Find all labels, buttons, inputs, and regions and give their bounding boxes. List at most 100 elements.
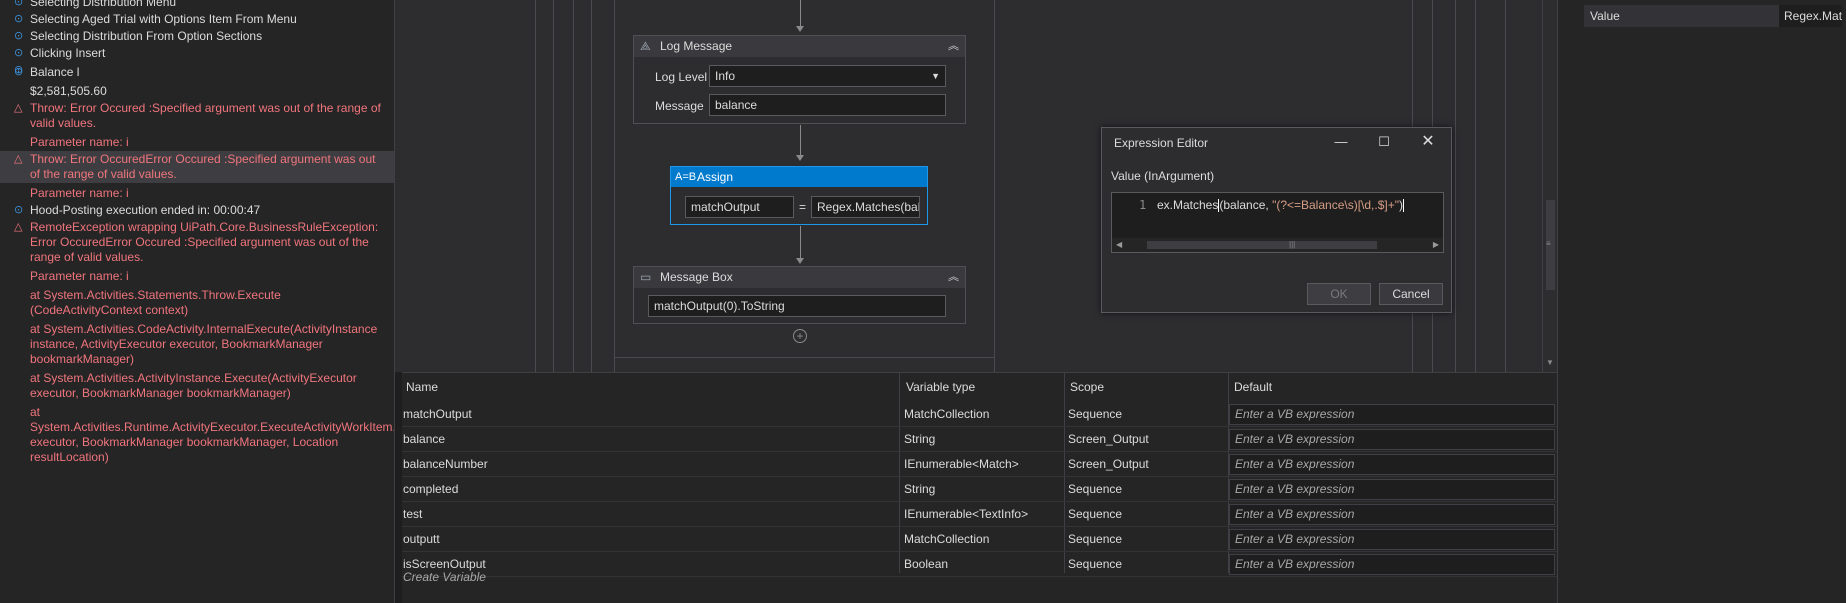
table-row[interactable]: isScreenOutput Boolean Sequence Enter a VB … — [402, 552, 1557, 577]
property-value-input[interactable]: Regex.Matches — [1779, 5, 1842, 27]
variables-panel: Name Variable type Scope Default matchOu… — [402, 372, 1557, 603]
variable-name[interactable]: balanceNumber — [403, 452, 488, 477]
log-entry[interactable]: Parameter name: i — [0, 266, 394, 285]
variable-type[interactable]: Boolean — [904, 552, 948, 577]
maximize-icon[interactable]: ☐ — [1372, 132, 1396, 152]
log-entry[interactable]: ⊙ Selecting Distribution Menu — [0, 0, 394, 11]
variable-default-input[interactable]: Enter a VB expression — [1229, 554, 1555, 575]
log-entry-text: Parameter name: i — [30, 269, 129, 283]
variable-name[interactable]: matchOutput — [403, 402, 472, 427]
variable-default-input[interactable]: Enter a VB expression — [1229, 504, 1555, 525]
assign-icon: A=B — [675, 171, 697, 183]
column-header-type[interactable]: Variable type — [906, 377, 975, 397]
collapse-icon[interactable]: ︽ — [948, 267, 959, 288]
log-message-header[interactable]: ⟁ Log Message ︽ — [634, 36, 965, 57]
log-entry[interactable]: at System.Activities.CodeActivity.Intern… — [0, 319, 394, 368]
collapse-icon[interactable]: ︽ — [948, 36, 959, 57]
variable-scope[interactable]: Sequence — [1068, 527, 1122, 552]
sequence-border — [994, 0, 995, 372]
designer-vertical-scrollbar[interactable]: ≡ ▼ — [1542, 0, 1557, 372]
variable-name[interactable]: test — [403, 502, 422, 527]
column-header-scope[interactable]: Scope — [1070, 377, 1104, 397]
scroll-left-icon[interactable]: ◀ — [1116, 238, 1122, 252]
minimize-icon[interactable]: — — [1329, 132, 1353, 152]
cancel-button[interactable]: Cancel — [1379, 283, 1443, 305]
log-entry[interactable]: △ Throw: Error Occured :Specified argumen… — [0, 100, 394, 132]
variable-default-input[interactable]: Enter a VB expression — [1229, 529, 1555, 550]
scroll-down-icon[interactable]: ▼ — [1546, 358, 1554, 367]
create-variable-link[interactable]: Create Variable — [403, 570, 486, 584]
properties-panel: Value Regex.Matches — [1557, 0, 1846, 603]
log-entry[interactable]: ⊙ Clicking Insert — [0, 45, 394, 62]
argument-label: Value (InArgument) — [1111, 169, 1215, 183]
message-box-activity[interactable]: ▭ Message Box ︽ matchOutput(0).ToString — [633, 266, 966, 324]
expression-code-editor[interactable]: 1 ex.Matches(balance, "(?<=Balance\s)[\d… — [1111, 192, 1444, 253]
variable-scope[interactable]: Screen_Output — [1068, 427, 1149, 452]
table-row[interactable]: balanceNumber IEnumerable<Match> Screen_Ou… — [402, 452, 1557, 477]
log-level-value: Info — [715, 69, 736, 83]
log-entry[interactable]: Parameter name: i — [0, 132, 394, 151]
assign-header[interactable]: A=B Assign — [671, 167, 927, 187]
assign-to-input[interactable]: matchOutput — [685, 196, 794, 218]
log-entry[interactable]: △ Throw: Error OccuredError Occured :Spec… — [0, 151, 394, 183]
variable-scope[interactable]: Sequence — [1068, 477, 1122, 502]
table-row[interactable]: test IEnumerable<TextInfo> Sequence Enter a… — [402, 502, 1557, 527]
message-box-text-input[interactable]: matchOutput(0).ToString — [648, 295, 946, 317]
variable-type[interactable]: MatchCollection — [904, 527, 989, 552]
log-entry-text: $2,581,505.60 — [30, 84, 107, 98]
column-header-default[interactable]: Default — [1234, 377, 1272, 397]
scroll-right-icon[interactable]: ▶ — [1433, 238, 1439, 252]
assign-activity[interactable]: A=B Assign matchOutput = Regex.Matches(b… — [670, 166, 928, 225]
message-box-icon: ▭ — [640, 270, 652, 284]
variable-default-input[interactable]: Enter a VB expression — [1229, 404, 1555, 425]
log-entry[interactable]: Parameter name: i — [0, 183, 394, 202]
log-entry[interactable]: ⊙ Hood-Posting execution ended in: 00:00:… — [0, 202, 394, 219]
close-icon[interactable]: ✕ — [1416, 132, 1440, 152]
variable-type[interactable]: IEnumerable<TextInfo> — [904, 502, 1028, 527]
variable-default-input[interactable]: Enter a VB expression — [1229, 454, 1555, 475]
scrollbar-thumb[interactable] — [1147, 241, 1377, 249]
variable-name[interactable]: balance — [403, 427, 445, 452]
table-row[interactable]: completed String Sequence Enter a VB expres… — [402, 477, 1557, 502]
variable-type[interactable]: MatchCollection — [904, 402, 989, 427]
sequence-border — [573, 0, 574, 372]
variable-name[interactable]: completed — [403, 477, 458, 502]
log-message-activity[interactable]: ⟁ Log Message ︽ Log Level Info ▼ Message… — [633, 35, 966, 124]
message-input[interactable]: balance — [709, 94, 946, 116]
variable-type[interactable]: String — [904, 427, 935, 452]
table-row[interactable]: balance String Screen_Output Enter a VB exp… — [402, 427, 1557, 452]
message-box-header[interactable]: ▭ Message Box ︽ — [634, 267, 965, 288]
assign-value-input[interactable]: Regex.Matches(bal — [811, 196, 920, 218]
log-message-icon: ⟁ — [640, 39, 651, 53]
variable-scope[interactable]: Sequence — [1068, 502, 1122, 527]
column-header-name[interactable]: Name — [406, 377, 438, 397]
variable-default-input[interactable]: Enter a VB expression — [1229, 479, 1555, 500]
log-entry[interactable]: at System.Activities.Statements.Throw.Ex… — [0, 285, 394, 319]
log-level-dropdown[interactable]: Info ▼ — [709, 65, 946, 87]
table-row[interactable]: outputt MatchCollection Sequence Enter a VB… — [402, 527, 1557, 552]
ok-button[interactable]: OK — [1307, 283, 1371, 305]
log-entry[interactable]: ⊙ Selecting Distribution From Option Sect… — [0, 28, 394, 45]
log-entry[interactable]: $2,581,505.60 — [0, 81, 394, 100]
log-entry[interactable]: at System.Activities.Runtime.ActivityExe… — [0, 402, 394, 466]
log-entry[interactable]: △ RemoteException wrapping UiPath.Core.Bu… — [0, 219, 394, 266]
add-activity-icon[interactable]: + — [793, 329, 807, 343]
variable-scope[interactable]: Sequence — [1068, 402, 1122, 427]
log-entry-text: Parameter name: i — [30, 135, 129, 149]
variable-name[interactable]: outputt — [403, 527, 440, 552]
variable-type[interactable]: IEnumerable<Match> — [904, 452, 1019, 477]
table-row[interactable]: matchOutput MatchCollection Sequence Enter … — [402, 402, 1557, 427]
expression-code[interactable]: ex.Matches(balance, "(?<=Balance\s)[\d,.… — [1157, 198, 1404, 213]
dialog-title: Expression Editor — [1114, 136, 1209, 150]
variable-type[interactable]: String — [904, 477, 935, 502]
variable-scope[interactable]: Screen_Output — [1068, 452, 1149, 477]
log-entry[interactable]: at System.Activities.ActivityInstance.Ex… — [0, 368, 394, 402]
sequence-bottom — [614, 358, 994, 359]
log-entry[interactable]: ⊙ Balance l — [0, 64, 394, 81]
variable-default-input[interactable]: Enter a VB expression — [1229, 429, 1555, 450]
info-icon: ⊙ — [14, 66, 24, 78]
variable-scope[interactable]: Sequence — [1068, 552, 1122, 577]
log-entry[interactable]: ⊙ Selecting Aged Trial with Options Item … — [0, 11, 394, 28]
info-icon: ⊙ — [14, 0, 24, 8]
editor-horizontal-scrollbar[interactable]: ◀ ||| ▶ — [1112, 238, 1443, 252]
